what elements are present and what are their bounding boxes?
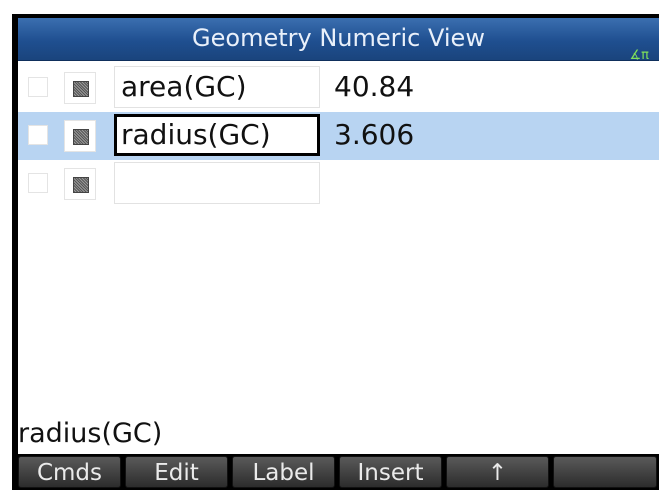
color-swatch-button[interactable] (64, 72, 96, 104)
color-swatch-icon (73, 129, 89, 145)
expression-cell[interactable] (114, 162, 320, 204)
insert-button[interactable]: Insert (339, 456, 442, 488)
calculator-screen: Geometry Numeric View ∡π area(GC) 40.84 … (12, 14, 659, 490)
table-row[interactable] (18, 160, 659, 208)
color-swatch-button[interactable] (64, 168, 96, 200)
row-checkbox[interactable] (28, 173, 48, 193)
color-swatch-icon (73, 81, 89, 97)
menu-bar: Cmds Edit Label Insert ↑ (18, 454, 659, 490)
value-cell: 3.606 (334, 118, 415, 151)
row-checkbox[interactable] (28, 77, 48, 97)
color-swatch-icon (73, 177, 89, 193)
title-bar: Geometry Numeric View ∡π (18, 18, 659, 63)
value-cell: 40.84 (334, 70, 415, 103)
expression-cell[interactable]: area(GC) (114, 66, 320, 108)
color-swatch-button[interactable] (64, 120, 96, 152)
view-title: Geometry Numeric View (192, 24, 485, 52)
edit-button[interactable]: Edit (125, 456, 228, 488)
label-button[interactable]: Label (232, 456, 335, 488)
blank-menu-button[interactable] (553, 456, 657, 488)
table-row[interactable]: radius(GC) 3.606 (18, 112, 659, 160)
table-row[interactable]: area(GC) 40.84 (18, 64, 659, 112)
expression-cell[interactable]: radius(GC) (114, 114, 320, 156)
command-line[interactable]: radius(GC) (18, 416, 162, 452)
up-arrow-button[interactable]: ↑ (446, 456, 549, 488)
row-checkbox[interactable] (28, 125, 48, 145)
cmds-button[interactable]: Cmds (18, 456, 121, 488)
